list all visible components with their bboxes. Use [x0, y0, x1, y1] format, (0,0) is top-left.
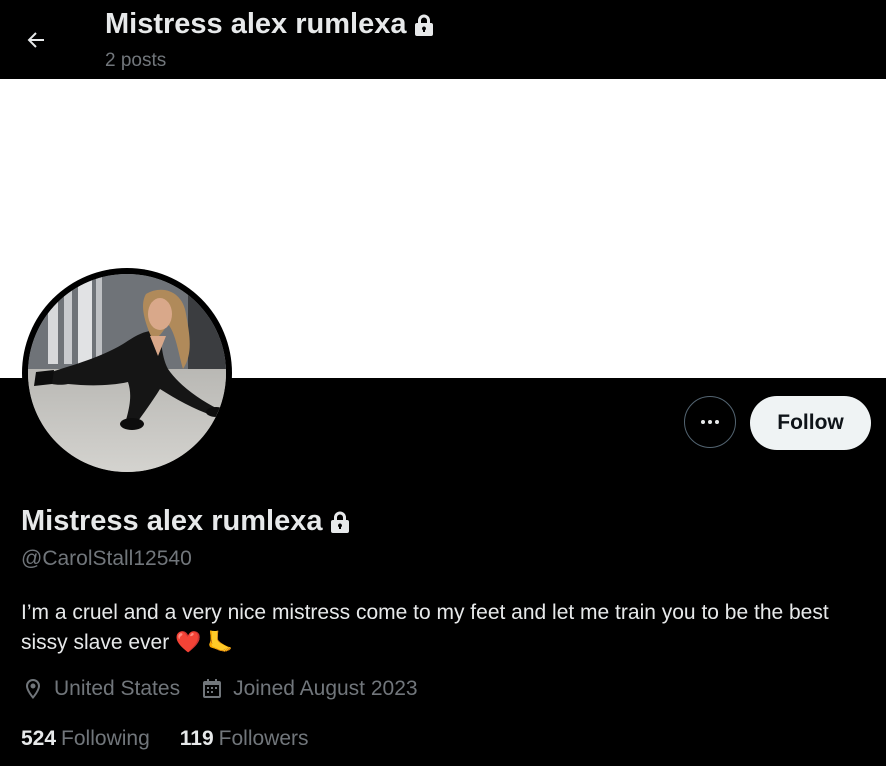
- profile-stats: 524 Following 119 Followers: [21, 727, 309, 751]
- profile-location: United States: [21, 677, 180, 701]
- followers-label: Followers: [218, 727, 309, 750]
- more-options-button[interactable]: [684, 396, 736, 448]
- more-horizontal-icon: [701, 420, 719, 424]
- profile-meta: United States Joined August 2023: [21, 677, 418, 701]
- lock-icon: [414, 13, 434, 37]
- avatar[interactable]: [22, 268, 232, 478]
- lock-icon: [330, 510, 350, 534]
- header-display-name: Mistress alex rumlexa: [105, 8, 407, 40]
- following-link[interactable]: 524 Following: [21, 727, 150, 751]
- avatar-image: [28, 274, 226, 472]
- followers-link[interactable]: 119 Followers: [180, 727, 309, 751]
- calendar-icon: [203, 679, 222, 698]
- profile-bio: I’m a cruel and a very nice mistress com…: [21, 601, 829, 654]
- following-label: Following: [61, 727, 150, 750]
- followers-count: 119: [179, 727, 214, 750]
- location-pin-icon: [26, 679, 40, 699]
- profile-display-name: Mistress alex rumlexa: [21, 505, 350, 538]
- back-button[interactable]: [18, 22, 54, 58]
- profile-location-text: United States: [54, 677, 181, 700]
- follow-button[interactable]: Follow: [750, 396, 871, 450]
- profile-display-name-text: Mistress alex rumlexa: [21, 505, 323, 537]
- profile-join-date: Joined August 2023: [200, 677, 418, 701]
- profile-join-date-text: Joined August 2023: [233, 677, 418, 700]
- arrow-left-icon: [27, 32, 44, 48]
- following-count: 524: [21, 727, 57, 750]
- header-title: Mistress alex rumlexa: [105, 8, 434, 41]
- profile-header-bar: Mistress alex rumlexa 2 posts: [0, 0, 886, 79]
- posts-count: 2 posts: [105, 50, 167, 71]
- profile-handle: @CarolStall12540: [21, 547, 192, 570]
